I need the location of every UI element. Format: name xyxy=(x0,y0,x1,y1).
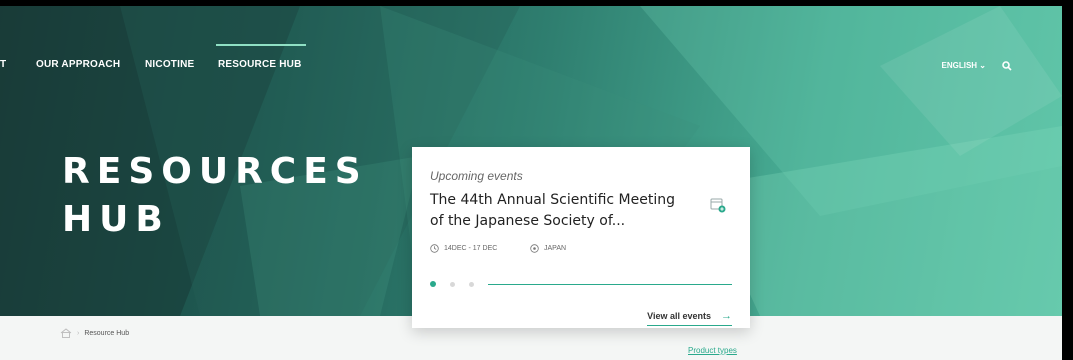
add-to-calendar-icon[interactable] xyxy=(710,197,726,213)
nav-item-resource-hub-label: RESOURCE HUB xyxy=(218,59,302,70)
language-selector[interactable]: ENGLISH ⌄ xyxy=(942,61,986,70)
breadcrumb-current: Resource Hub xyxy=(84,329,130,337)
main-nav: T OUR APPROACH NICOTINE RESOURCE HUB xyxy=(0,44,1062,79)
carousel-dot-3[interactable] xyxy=(469,282,474,287)
nav-item-our-approach[interactable]: OUR APPROACH xyxy=(36,59,120,70)
event-location: JAPAN xyxy=(530,244,566,253)
nav-active-indicator xyxy=(216,44,306,46)
event-location-text: JAPAN xyxy=(544,245,567,252)
arrow-right-icon: → xyxy=(721,310,732,322)
nav-item-nicotine[interactable]: NICOTINE xyxy=(145,59,194,70)
view-all-underline xyxy=(647,325,732,326)
upcoming-events-card: Upcoming events The 44th Annual Scientif… xyxy=(412,147,750,328)
card-label: Upcoming events xyxy=(430,169,523,183)
carousel-dot-1[interactable] xyxy=(430,281,436,287)
clock-icon xyxy=(430,244,439,253)
breadcrumb: › Resource Hub xyxy=(60,328,129,338)
view-all-events-label: View all events xyxy=(647,311,711,321)
search-icon[interactable] xyxy=(1002,61,1012,71)
nav-item-about[interactable]: T xyxy=(0,59,6,70)
carousel-indicators xyxy=(430,281,735,289)
event-title[interactable]: The 44th Annual Scientific Meeting of th… xyxy=(430,190,692,232)
page-title-line1: RESOURCES xyxy=(62,151,368,192)
page-title: RESOURCES HUB xyxy=(62,148,368,244)
location-pin-icon xyxy=(530,244,539,253)
view-all-events-link[interactable]: View all events → xyxy=(647,310,732,326)
event-date: 14DEC - 17 DEC xyxy=(430,244,497,253)
browser-viewport: T OUR APPROACH NICOTINE RESOURCE HUB ENG… xyxy=(0,6,1062,360)
home-icon[interactable] xyxy=(60,328,72,338)
nav-item-resource-hub[interactable]: RESOURCE HUB xyxy=(216,44,306,70)
event-date-text: 14DEC - 17 DEC xyxy=(444,245,498,252)
carousel-progress-bar xyxy=(488,284,732,285)
product-types-link[interactable]: Product types xyxy=(688,346,737,355)
page-title-line2: HUB xyxy=(62,199,170,240)
carousel-dot-2[interactable] xyxy=(450,282,455,287)
breadcrumb-separator: › xyxy=(77,329,80,337)
